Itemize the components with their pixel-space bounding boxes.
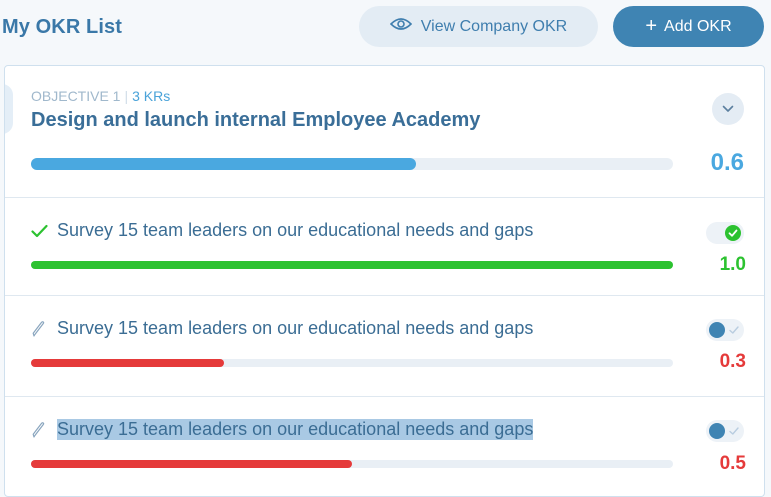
header: My OKR List View Company OKR + Add OKR	[0, 0, 771, 60]
plus-icon: +	[645, 14, 658, 37]
objective-meta: OBJECTIVE 1 | 3 KRs	[31, 88, 170, 104]
key-result-score: 0.5	[719, 453, 746, 474]
pencil-icon	[31, 320, 45, 343]
objective-label: OBJECTIVE 1	[31, 88, 121, 104]
chevron-down-icon	[722, 100, 734, 118]
pencil-icon	[31, 421, 45, 444]
key-result-score: 1.0	[719, 254, 746, 275]
eye-icon	[389, 17, 412, 36]
key-result-text[interactable]: Survey 15 team leaders on our educationa…	[57, 220, 533, 241]
view-company-okr-label: View Company OKR	[420, 17, 568, 35]
toggle-knob	[725, 225, 741, 241]
key-result-progress-fill	[31, 460, 352, 468]
objective-title: Design and launch internal Employee Acad…	[31, 109, 481, 131]
toggle-knob	[709, 423, 725, 439]
kr-status-toggle[interactable]	[706, 420, 744, 442]
objective-card: OBJECTIVE 1 | 3 KRs Design and launch inte…	[4, 65, 765, 497]
expand-objective-button[interactable]	[712, 93, 744, 125]
objective-progress-bar	[31, 158, 673, 170]
key-result-progress-bar	[31, 261, 673, 269]
check-icon	[728, 424, 740, 442]
kr-count: 3 KRs	[132, 88, 171, 104]
add-okr-label: Add OKR	[664, 17, 732, 35]
card-accent	[5, 84, 13, 134]
objective-progress-fill	[31, 158, 417, 170]
key-result-progress-bar	[31, 359, 673, 367]
objective-score: 0.6	[710, 149, 744, 176]
check-icon	[728, 229, 738, 237]
key-result-text[interactable]: Survey 15 team leaders on our educationa…	[57, 419, 534, 440]
key-result-progress-bar	[31, 460, 673, 468]
key-result-row[interactable]: Survey 15 team leaders on our educationa…	[5, 197, 764, 295]
add-okr-button[interactable]: + Add OKR	[613, 6, 764, 47]
kr-status-toggle[interactable]	[706, 319, 744, 341]
key-result-progress-fill	[31, 261, 673, 269]
key-result-row[interactable]: Survey 15 team leaders on our educationa…	[5, 295, 764, 396]
key-result-text[interactable]: Survey 15 team leaders on our educationa…	[57, 318, 533, 339]
check-icon	[728, 323, 740, 341]
meta-divider: |	[124, 88, 129, 104]
key-result-score: 0.3	[719, 351, 746, 372]
check-icon	[31, 224, 48, 243]
page-title: My OKR List	[2, 16, 122, 38]
kr-status-toggle[interactable]	[706, 222, 744, 244]
toggle-knob	[709, 322, 725, 338]
key-result-progress-fill	[31, 359, 224, 367]
key-result-row[interactable]: Survey 15 team leaders on our educationa…	[5, 396, 764, 496]
view-company-okr-button[interactable]: View Company OKR	[359, 6, 598, 47]
